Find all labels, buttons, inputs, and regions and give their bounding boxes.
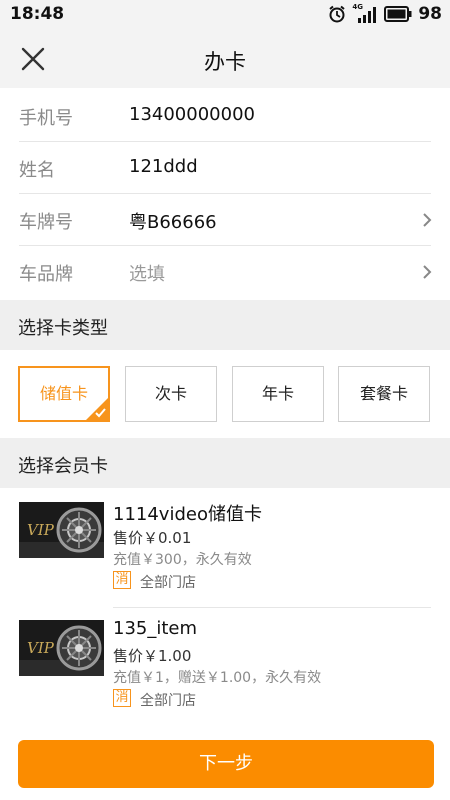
next-step-button[interactable]: 下一步 [18, 740, 434, 788]
alarm-icon [329, 5, 345, 23]
nav-bar: 办卡 [0, 30, 450, 88]
status-time: 18:48 [10, 4, 65, 24]
card-type-label: 年卡 [261, 384, 294, 403]
vip-text: VIP [27, 639, 55, 657]
card-type-label: 储值卡 [39, 384, 88, 403]
signal-icon: 4G [352, 3, 378, 23]
vip-text: VIP [27, 521, 55, 539]
member-card-store: 全部门店 [140, 693, 196, 709]
phone-label: 手机号 [19, 108, 73, 129]
member-card-list: VIP 1114video储值卡 售价￥0.01 充值￥300，永久有效 消 全… [0, 490, 450, 726]
bottom-bar: 下一步 [0, 728, 450, 800]
member-card-price: 售价￥1.00 [113, 647, 192, 665]
card-type-label: 次卡 [154, 384, 187, 403]
chevron-right-icon [423, 213, 432, 227]
battery-icon [384, 6, 412, 22]
card-type-count[interactable]: 次卡 [125, 366, 217, 422]
consume-badge: 消 [113, 689, 131, 707]
card-type-label: 套餐卡 [359, 384, 408, 403]
card-type-annual[interactable]: 年卡 [232, 366, 324, 422]
list-item[interactable]: VIP 135_item 售价￥1.00 充值￥1，赠送￥1.00，永久有效 消… [0, 608, 450, 726]
member-card-name: 135_item [113, 618, 198, 639]
member-card-name: 1114video储值卡 [113, 504, 262, 525]
card-type-section-header: 选择卡类型 [0, 300, 450, 350]
plate-label: 车牌号 [19, 212, 73, 233]
brand-field[interactable]: 选填 [129, 260, 165, 286]
member-card-section-header: 选择会员卡 [0, 438, 450, 488]
phone-row[interactable]: 手机号 13400000000 [0, 90, 450, 142]
member-card-desc: 充值￥1，赠送￥1.00，永久有效 [113, 670, 322, 686]
list-item[interactable]: VIP 1114video储值卡 售价￥0.01 充值￥300，永久有效 消 全… [0, 490, 450, 608]
card-type-stored-value[interactable]: 储值卡 [18, 366, 110, 422]
brand-label: 车品牌 [19, 264, 73, 285]
section-title: 选择卡类型 [18, 318, 108, 339]
name-label: 姓名 [19, 160, 55, 181]
phone-field[interactable]: 13400000000 [129, 104, 255, 125]
card-form: 手机号 13400000000 姓名 121ddd 车牌号 粤B66666 车品… [0, 90, 450, 298]
battery-percent: 98 [418, 4, 442, 24]
vip-card-image: VIP [19, 620, 104, 676]
name-row[interactable]: 姓名 121ddd [0, 142, 450, 194]
plate-row[interactable]: 车牌号 粤B66666 [0, 194, 450, 246]
vip-card-image: VIP [19, 502, 104, 558]
plate-field[interactable]: 粤B66666 [129, 208, 217, 234]
status-bar: 18:48 4G 98 [0, 0, 450, 30]
member-card-desc: 充值￥300，永久有效 [113, 552, 252, 568]
card-type-selector: 储值卡 次卡 年卡 套餐卡 [0, 352, 450, 438]
name-field[interactable]: 121ddd [129, 156, 198, 177]
card-type-package[interactable]: 套餐卡 [338, 366, 430, 422]
member-card-price: 售价￥0.01 [113, 529, 192, 547]
check-icon [86, 398, 108, 420]
consume-badge: 消 [113, 571, 131, 589]
section-title: 选择会员卡 [18, 456, 108, 477]
member-card-store: 全部门店 [140, 575, 196, 591]
brand-row[interactable]: 车品牌 选填 [0, 246, 450, 298]
page-title: 办卡 [204, 50, 246, 74]
status-icons: 4G 98 [328, 3, 442, 24]
chevron-right-icon [423, 265, 432, 279]
